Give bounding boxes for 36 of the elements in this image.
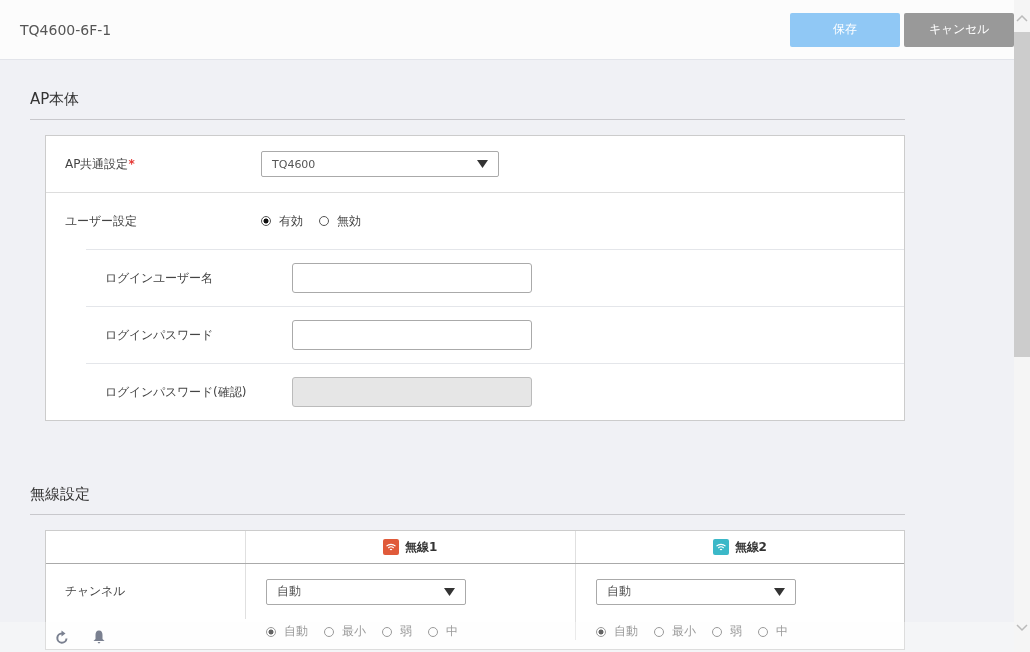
dropdown[interactable]: 自動 <box>595 578 796 605</box>
radio-option[interactable]: 自動 <box>266 623 308 640</box>
radio-option[interactable]: 中 <box>757 623 788 640</box>
column-header: 無線2 <box>734 538 767 556</box>
page-title: TQ4600-6F-1 <box>20 21 112 38</box>
section-title: 無線設定 <box>30 485 905 515</box>
section-title: AP本体 <box>30 90 905 120</box>
field-label: ログインパスワード(確認) <box>104 383 248 401</box>
row-label: チャンネル <box>64 583 125 600</box>
radio-option[interactable]: 中 <box>428 623 458 640</box>
radio-option[interactable]: 弱 <box>382 623 412 640</box>
chevron-down-icon[interactable] <box>1016 624 1028 632</box>
field-label: ユーザー設定 <box>64 212 138 230</box>
scrollbar[interactable] <box>1014 0 1030 652</box>
radio-option[interactable]: 有効 <box>261 212 303 230</box>
radio-option[interactable]: 最小 <box>324 623 366 640</box>
column-header: 無線1 <box>405 538 438 556</box>
field-label: AP共通設定* <box>64 155 136 173</box>
field-label: ログインパスワード <box>104 326 214 344</box>
radio-option[interactable]: 無効 <box>319 212 361 230</box>
input-field[interactable] <box>292 320 532 350</box>
caret-icon <box>773 587 785 596</box>
bell-icon[interactable] <box>93 630 105 644</box>
radio-option[interactable]: 弱 <box>711 623 742 640</box>
input-field[interactable] <box>292 263 532 293</box>
caret-icon <box>444 587 455 596</box>
caret-icon <box>477 160 488 168</box>
field-label: ログインユーザー名 <box>104 269 214 287</box>
radio-option[interactable]: 最小 <box>653 623 696 640</box>
dropdown[interactable]: TQ4600 <box>261 151 499 177</box>
radio-option[interactable]: 自動 <box>595 623 638 640</box>
refresh-icon[interactable] <box>55 629 69 645</box>
scrollbar-thumb[interactable] <box>1014 32 1030 357</box>
dropdown[interactable]: 自動 <box>266 578 466 605</box>
cancel-button[interactable]: キャンセル <box>904 12 1014 47</box>
chevron-up-icon[interactable] <box>1016 14 1028 22</box>
